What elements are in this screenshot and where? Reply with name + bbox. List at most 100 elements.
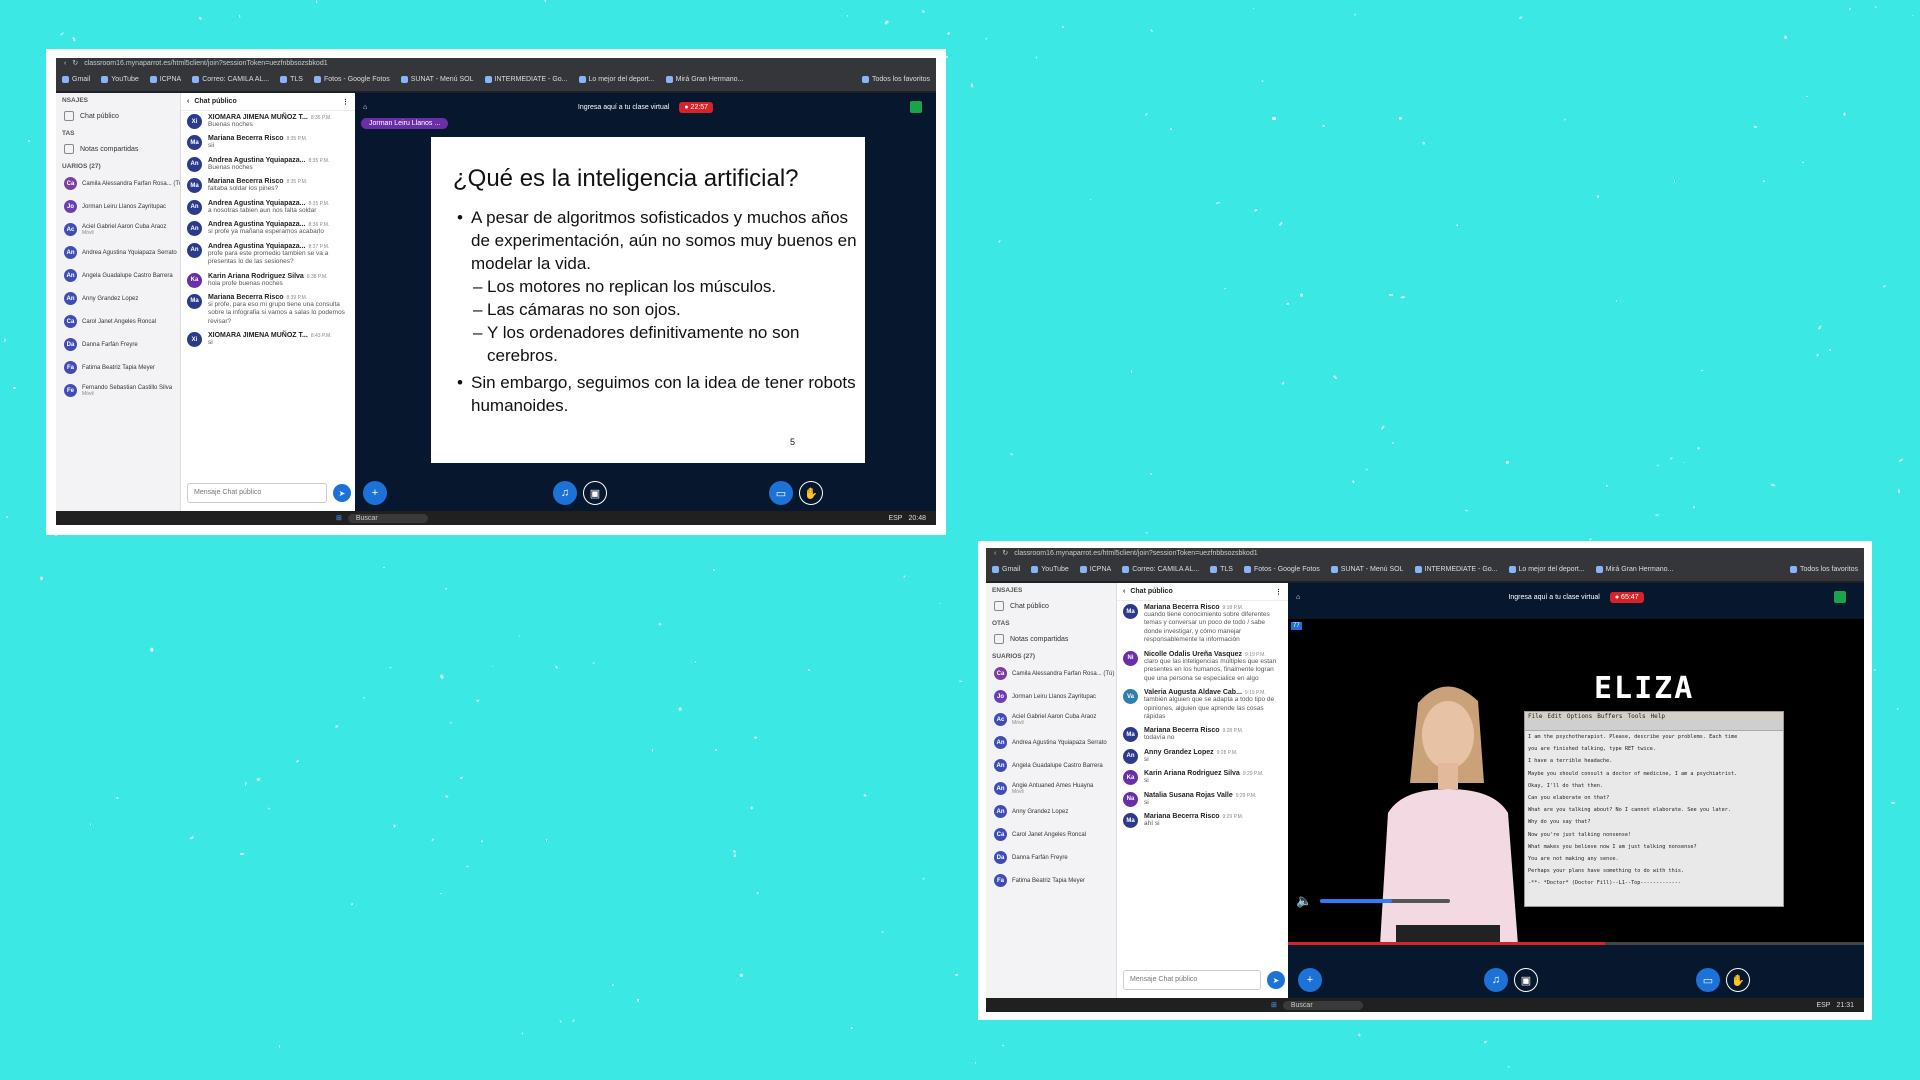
language-indicator[interactable]: ESP [888, 515, 902, 522]
volume-slider[interactable] [1320, 899, 1450, 903]
more-icon[interactable]: ⋮ [342, 98, 349, 106]
volume-icon[interactable]: 🔈 [1296, 893, 1312, 909]
terminal-menu-item[interactable]: Help [1651, 713, 1665, 720]
bookmark-item[interactable]: ICPNA [149, 76, 181, 83]
eliza-terminal-window[interactable]: File Edit Options Buffers Tools Help I am the… [1524, 711, 1784, 907]
bookmark-item[interactable]: Lo mejor del deport... [1508, 566, 1585, 573]
windows-start-icon[interactable]: ⊞ [336, 514, 342, 522]
bookmark-item[interactable]: Mirá Gran Hermano... [1595, 566, 1673, 573]
windows-start-icon[interactable]: ⊞ [1271, 1001, 1277, 1009]
chat-header[interactable]: ‹ Chat público ⋮ [1117, 583, 1288, 601]
bookmark-item[interactable]: INTERMEDIATE - Go... [484, 76, 568, 83]
shared-video[interactable]: 77 ELIZA File Edit Options Buffers Tools Help… [1288, 619, 1864, 945]
terminal-menu-item[interactable]: Buffers [1597, 713, 1622, 720]
recording-timer[interactable]: ● 22:57 [679, 101, 714, 113]
user-list-item[interactable]: Ca Carol Janet Angeles Roncal [56, 310, 180, 333]
screen-share-button[interactable]: ▭ [769, 481, 793, 505]
recording-timer[interactable]: ● 65:47 [1609, 591, 1644, 603]
address-bar[interactable]: ‹ ↻ classroom16.mynaparrot.es/html5clien… [986, 548, 1864, 558]
bookmark-item[interactable]: Fotos - Google Fotos [1243, 566, 1320, 573]
terminal-menu-item[interactable]: Options [1567, 713, 1592, 720]
user-list-item[interactable]: Ac Aciel Gabriel Aaron Cuba Araoz Móvil [986, 708, 1116, 731]
terminal-menu-item[interactable]: File [1528, 713, 1542, 720]
address-bar[interactable]: ‹ ↻ classroom16.mynaparrot.es/html5clien… [56, 58, 936, 68]
bookmark-item[interactable]: Todos los favoritos [1790, 566, 1858, 573]
chat-input[interactable]: Mensaje Chat público [1123, 970, 1261, 990]
sidebar-item-public-chat[interactable]: Chat público [986, 596, 1116, 616]
bookmark-item[interactable]: Correo: CAMILA AL... [192, 76, 269, 83]
user-list-item[interactable]: An Andrea Agustina Yquiapaza Serrato [986, 731, 1116, 754]
language-indicator[interactable]: ESP [1816, 1002, 1830, 1009]
chat-header[interactable]: ‹ Chat público ⋮ [181, 93, 355, 111]
user-list-item[interactable]: Jo Jorman Leiru Llanos Zayritupac [56, 195, 180, 218]
add-button[interactable]: + [363, 481, 387, 505]
bookmark-item[interactable]: Gmail [62, 76, 90, 83]
user-list-item[interactable]: Fa Fatima Beatriz Tapia Meyer [986, 869, 1116, 892]
bookmark-item[interactable]: Todos los favoritos [862, 76, 930, 83]
user-list-item[interactable]: Ac Aciel Gabriel Aaron Cuba Araoz Móvil [56, 218, 180, 241]
terminal-menu-item[interactable]: Tools [1628, 713, 1646, 720]
user-list-item[interactable]: Ca Carol Janet Angeles Roncal [986, 823, 1116, 846]
connection-icon[interactable] [1834, 591, 1846, 603]
audio-button[interactable]: ♫ [1484, 968, 1508, 992]
clock[interactable]: 20:48 [908, 515, 926, 522]
taskbar-search[interactable]: Buscar [347, 513, 428, 523]
bookmark-item[interactable]: ICPNA [1079, 566, 1111, 573]
user-list-item[interactable]: An Angie Antuaned Ames Huayna Móvil [986, 777, 1116, 800]
bookmark-item[interactable]: Correo: CAMILA AL... [1122, 566, 1199, 573]
camera-button[interactable]: ▣ [583, 481, 607, 505]
user-list-item[interactable]: Jo Jorman Leiru Llanos Zayritupac [986, 685, 1116, 708]
add-button[interactable]: + [1298, 968, 1322, 992]
user-list-item[interactable]: Fa Fatima Beatriz Tapia Meyer [56, 356, 180, 379]
user-list-item[interactable]: Da Danna Farfán Freyre [986, 846, 1116, 869]
bookmark-item[interactable]: YouTube [101, 76, 139, 83]
back-icon[interactable]: ‹ [64, 60, 66, 67]
user-icon[interactable]: ⌂ [1296, 594, 1300, 601]
chevron-left-icon[interactable]: ‹ [1123, 588, 1125, 595]
sidebar-item-shared-notes[interactable]: Notas compartidas [56, 139, 180, 159]
back-icon[interactable]: ‹ [994, 550, 996, 557]
more-icon[interactable]: ⋮ [1275, 588, 1282, 596]
connection-icon[interactable] [910, 101, 922, 113]
camera-button[interactable]: ▣ [1514, 968, 1538, 992]
bookmark-item[interactable]: TLS [1210, 566, 1233, 573]
raise-hand-button[interactable]: ✋ [1726, 968, 1750, 992]
user-list-item[interactable]: An Anny Grandez Lopez [986, 800, 1116, 823]
video-progress[interactable] [1288, 942, 1864, 945]
url-text[interactable]: classroom16.mynaparrot.es/html5client/jo… [84, 60, 327, 67]
taskbar-search[interactable]: Buscar [1282, 1000, 1363, 1010]
avatar: Ca [994, 828, 1007, 841]
bookmark-item[interactable]: Lo mejor del deport... [578, 76, 655, 83]
bookmark-item[interactable]: Fotos - Google Fotos [313, 76, 390, 83]
bookmark-item[interactable]: Gmail [992, 566, 1020, 573]
sidebar-item-public-chat[interactable]: Chat público [56, 106, 180, 126]
bookmark-item[interactable]: INTERMEDIATE - Go... [1414, 566, 1498, 573]
bookmark-item[interactable]: Mirá Gran Hermano... [665, 76, 743, 83]
sidebar-item-shared-notes[interactable]: Notas compartidas [986, 629, 1116, 649]
raise-hand-button[interactable]: ✋ [799, 481, 823, 505]
user-icon[interactable]: ⌂ [363, 104, 367, 111]
reload-icon[interactable]: ↻ [1002, 549, 1008, 557]
bookmark-item[interactable]: YouTube [1031, 566, 1069, 573]
audio-button[interactable]: ♫ [553, 481, 577, 505]
reload-icon[interactable]: ↻ [72, 59, 78, 67]
bookmark-item[interactable]: SUNAT - Menú SOL [1330, 566, 1404, 573]
user-list-item[interactable]: Ca Camila Alessandra Farfan Rosa... (Tú) [986, 662, 1116, 685]
user-list-item[interactable]: An Anny Grandez Lopez [56, 287, 180, 310]
bookmark-item[interactable]: TLS [280, 76, 303, 83]
user-list-item[interactable]: An Angela Guadalupe Castro Barrera [56, 264, 180, 287]
send-button[interactable]: ➤ [1267, 971, 1285, 989]
user-list-item[interactable]: An Angela Guadalupe Castro Barrera [986, 754, 1116, 777]
clock[interactable]: 21:31 [1836, 1002, 1854, 1009]
user-list-item[interactable]: Fe Fernando Sebastian Castillo Silva Móvil [56, 379, 180, 402]
bookmark-item[interactable]: SUNAT - Menú SOL [400, 76, 474, 83]
send-button[interactable]: ➤ [333, 484, 351, 502]
chat-input[interactable]: Mensaje Chat público [187, 483, 327, 503]
url-text[interactable]: classroom16.mynaparrot.es/html5client/jo… [1014, 550, 1257, 557]
chevron-left-icon[interactable]: ‹ [187, 98, 189, 105]
screen-share-button[interactable]: ▭ [1696, 968, 1720, 992]
user-list-item[interactable]: An Andrea Agustina Yquiapaza Serrato [56, 241, 180, 264]
terminal-menu-item[interactable]: Edit [1547, 713, 1561, 720]
user-list-item[interactable]: Da Danna Farfán Freyre [56, 333, 180, 356]
user-list-item[interactable]: Ca Camila Alessandra Farfan Rosa... (Tú) [56, 172, 180, 195]
